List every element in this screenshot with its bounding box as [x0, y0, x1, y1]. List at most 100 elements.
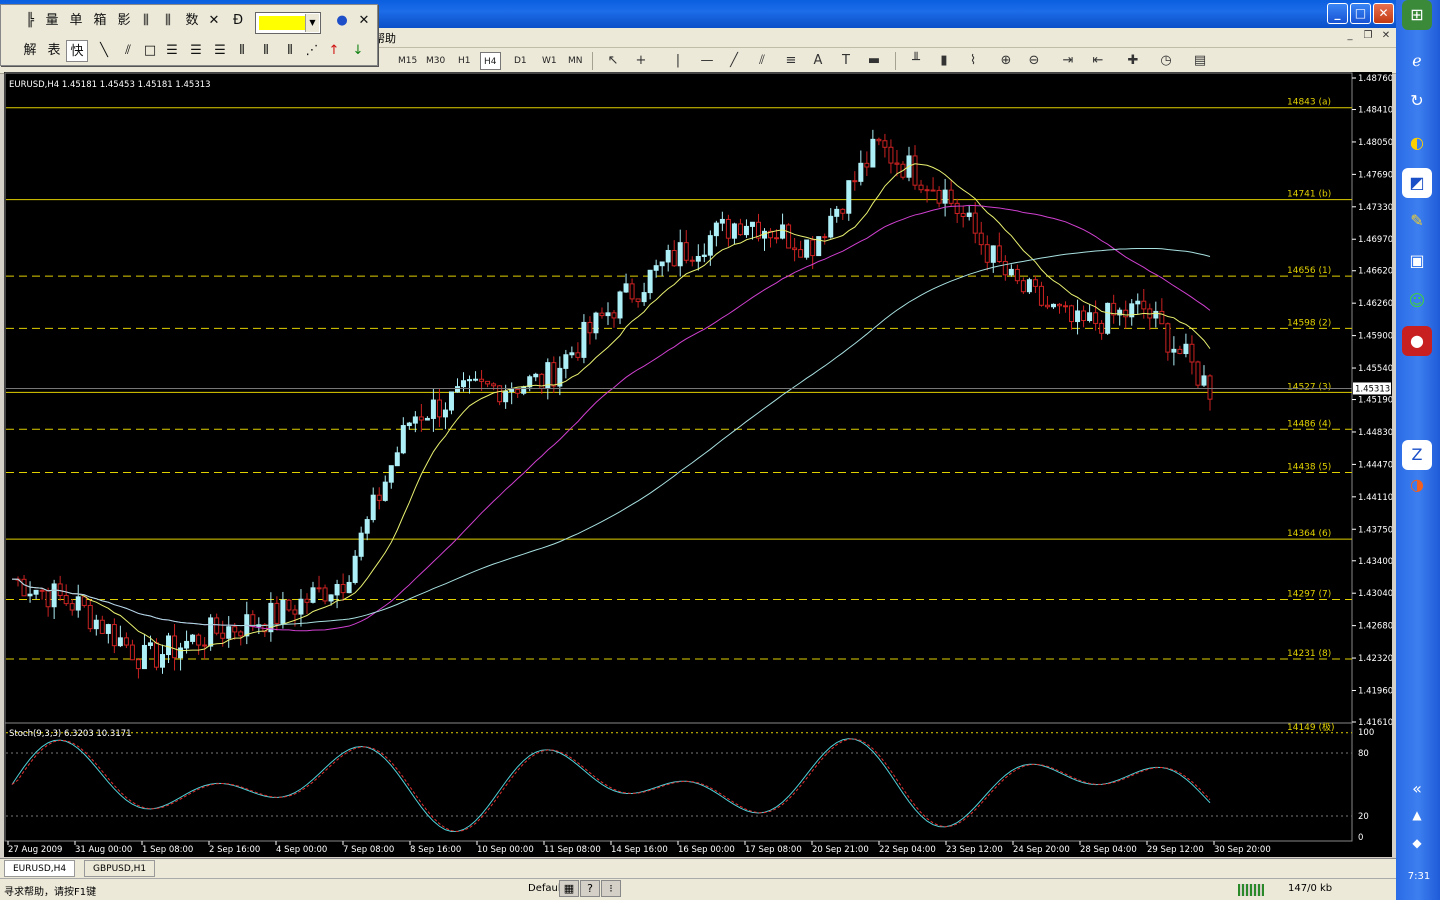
help-icon[interactable]: ● [331, 10, 353, 32]
fib-tool-icon[interactable]: ☰ [161, 40, 183, 62]
price-tick-label: 1.43750 [1358, 525, 1392, 535]
candle-body [792, 247, 798, 251]
periods-icon[interactable]: ◷ [1156, 51, 1176, 71]
fib-ext-tool-icon[interactable]: ☰ [209, 40, 231, 62]
chart-shift-icon[interactable]: ⇤ [1088, 51, 1108, 71]
toolbox-item-box[interactable]: 箱 [89, 10, 111, 32]
color-app-icon[interactable]: ◑ [1402, 470, 1432, 500]
mdi-close-button[interactable]: ✕ [1378, 29, 1394, 44]
price-tick-label: 1.47330 [1358, 203, 1392, 213]
color-picker[interactable]: ▼ [255, 12, 321, 34]
pencils-icon[interactable]: ✎ [1402, 206, 1432, 236]
tab-gbpusd-h1[interactable]: GBPUSD,H1 [84, 860, 156, 877]
toolbox-item-quantity[interactable]: 量 [41, 10, 63, 32]
zoom-out-icon[interactable]: ⊖ [1024, 51, 1044, 71]
bars-alt-icon[interactable]: ⫼ [157, 10, 179, 32]
level-label: 14231 (8) [1287, 649, 1331, 659]
candle-body [737, 223, 743, 236]
candle-body [232, 626, 238, 633]
bars-icon[interactable]: ⫼ [135, 10, 157, 32]
toolbox-item-table[interactable]: 表 [43, 40, 65, 62]
chart-window[interactable]: EURUSD,H4 1.45181 1.45453 1.45181 1.4531… [4, 72, 1392, 857]
vertical-line-icon[interactable]: | [668, 51, 688, 71]
bar-chart-icon[interactable]: ╨ [906, 51, 926, 71]
refresh-app-icon[interactable]: ↻ [1402, 86, 1432, 116]
cursor-icon[interactable]: ↖ [603, 51, 623, 71]
app-icon[interactable]: ◐ [1402, 128, 1432, 158]
timeframe-m15[interactable]: M15 [395, 52, 420, 70]
timeframe-h1[interactable]: H1 [455, 52, 474, 70]
candle-body [870, 138, 876, 168]
line-tool-icon[interactable]: ╲ [93, 40, 115, 62]
toolbox-item-single[interactable]: 单 [65, 10, 87, 32]
timeframe-w1[interactable]: W1 [539, 52, 560, 70]
time-tick-label: 1 Sep 08:00 [142, 845, 193, 855]
text-label-icon[interactable]: T [836, 51, 856, 71]
tray-network-icon[interactable]: ▲ [1402, 800, 1432, 830]
price-chart[interactable]: EURUSD,H4 1.45181 1.45453 1.45181 1.4531… [4, 72, 1392, 857]
gann-fan-icon[interactable]: ⋰ [301, 40, 323, 62]
candlestick-icon[interactable]: ▮ [934, 51, 954, 71]
time-tick-label: 28 Sep 04:00 [1080, 845, 1137, 855]
timeframe-h4[interactable]: H4 [480, 52, 501, 70]
autoscroll-icon[interactable]: ⇥ [1058, 51, 1078, 71]
candle-body [172, 635, 178, 659]
equidistant-channel-icon[interactable]: ⫽ [752, 51, 772, 71]
indicators-icon[interactable]: ✚ [1123, 51, 1143, 71]
ie-icon[interactable]: ℯ [1402, 46, 1432, 76]
candle-body [117, 637, 123, 647]
channel-tool-icon[interactable]: ⫽ [117, 40, 139, 62]
price-tick-label: 1.45540 [1358, 364, 1392, 374]
line-chart-icon[interactable]: ⌇ [963, 51, 983, 71]
tab-eurusd-h4[interactable]: EURUSD,H4 [4, 860, 76, 877]
rectangle-tool-icon[interactable]: □ [139, 40, 161, 62]
arrow-down-icon[interactable]: ↓ [347, 40, 369, 62]
zhi-icon[interactable]: Z [1402, 440, 1432, 470]
crosshair-icon[interactable]: + [631, 51, 651, 71]
horizontal-line-icon[interactable]: — [697, 51, 717, 71]
timeframe-d1[interactable]: D1 [511, 52, 530, 70]
timeframe-mn[interactable]: MN [565, 52, 586, 70]
text-icon[interactable]: A [808, 51, 828, 71]
status-chevron-icon[interactable]: ⁝ [601, 880, 621, 897]
toolbox-item-shadow[interactable]: 影 [113, 10, 135, 32]
minimize-button[interactable]: _ [1327, 3, 1348, 24]
close-icon[interactable]: ✕ [353, 10, 375, 32]
candle-body [346, 581, 352, 594]
checker-icon[interactable]: ◩ [1402, 168, 1432, 198]
arrow-icon[interactable]: ▬ [864, 51, 884, 71]
keyboard-icon[interactable]: ▦ [559, 880, 579, 897]
mdi-minimize-button[interactable]: _ [1342, 29, 1358, 44]
gann-grid-alt-icon[interactable]: ⦀ [279, 40, 301, 62]
mdi-restore-button[interactable]: ❐ [1360, 29, 1376, 44]
odl-icon[interactable]: ● [1402, 326, 1432, 356]
templates-icon[interactable]: ▤ [1190, 51, 1210, 71]
tray-app-icon[interactable]: ◆ [1402, 828, 1432, 858]
cycle-lines-icon[interactable]: ⦀ [231, 40, 253, 62]
toolbox-item-solve[interactable]: 解 [19, 40, 41, 62]
toolbox-item-number[interactable]: 数 [181, 10, 203, 32]
arrow-up-icon[interactable]: ↑ [323, 40, 345, 62]
zoom-in-icon[interactable]: ⊕ [996, 51, 1016, 71]
candle-body [1050, 303, 1056, 308]
toolbox-item-fast[interactable]: 快 [66, 40, 88, 62]
candle-body [912, 155, 918, 186]
candles-icon[interactable]: ╠ [19, 10, 41, 32]
fibonacci-icon[interactable]: ≡ [781, 51, 801, 71]
candle-body [617, 291, 623, 319]
close-button[interactable]: ✕ [1373, 3, 1394, 24]
gann-grid-icon[interactable]: ⦀ [255, 40, 277, 62]
ma-mid-line [11, 204, 1211, 632]
messenger-icon[interactable]: ☺ [1402, 286, 1432, 316]
maximize-button[interactable]: □ [1350, 3, 1371, 24]
trendline-icon[interactable]: ╱ [724, 51, 744, 71]
dx-icon[interactable]: Ð [227, 10, 249, 32]
help-status-icon[interactable]: ? [580, 880, 600, 897]
fib-alt-tool-icon[interactable]: ☰ [185, 40, 207, 62]
cross-tool-icon[interactable]: ✕ [203, 10, 225, 32]
candle-body [966, 212, 972, 217]
timeframe-m30[interactable]: M30 [423, 52, 448, 70]
desktop-icon[interactable]: ▣ [1402, 246, 1432, 276]
chevron-down-icon[interactable]: ▼ [305, 14, 319, 32]
start-icon[interactable]: ⊞ [1402, 0, 1432, 30]
